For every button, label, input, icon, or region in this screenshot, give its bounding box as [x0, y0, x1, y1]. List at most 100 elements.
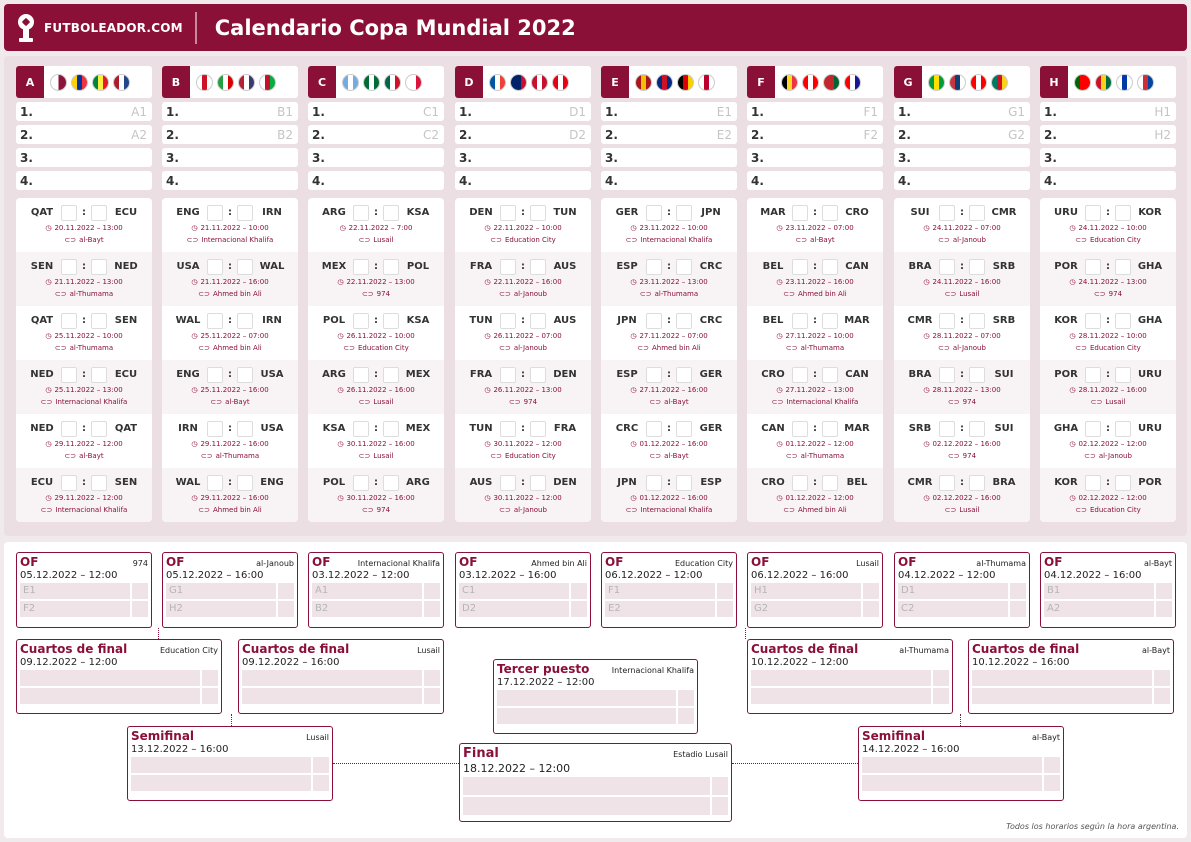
standing-slot[interactable]: 1. E1 [601, 102, 737, 121]
home-score-input[interactable] [500, 366, 516, 383]
away-score-input[interactable] [91, 366, 107, 383]
away-score-input[interactable] [530, 258, 546, 275]
away-score-input[interactable] [530, 420, 546, 437]
home-score-input[interactable] [1085, 420, 1101, 437]
standing-slot[interactable]: 2. E2 [601, 125, 737, 144]
away-score-input[interactable] [237, 474, 253, 491]
home-score-input[interactable] [1085, 312, 1101, 329]
standing-slot[interactable]: 3. [747, 148, 883, 167]
team-name-input[interactable] [20, 670, 200, 686]
score-input[interactable] [424, 688, 440, 704]
team-name-input[interactable] [497, 690, 676, 706]
home-score-input[interactable] [939, 204, 955, 221]
team-name-input[interactable]: D2 [459, 601, 569, 617]
standing-slot[interactable]: 3. [162, 148, 298, 167]
team-name-input[interactable]: B1 [1044, 583, 1154, 599]
standing-slot[interactable]: 3. [455, 148, 591, 167]
standing-slot[interactable]: 1. B1 [162, 102, 298, 121]
home-score-input[interactable] [353, 420, 369, 437]
home-score-input[interactable] [792, 366, 808, 383]
score-input[interactable] [313, 775, 329, 791]
away-score-input[interactable] [530, 366, 546, 383]
away-score-input[interactable] [91, 420, 107, 437]
standing-slot[interactable]: 4. [16, 171, 152, 190]
team-name-input[interactable] [242, 688, 422, 704]
team-name-input[interactable]: D1 [898, 583, 1008, 599]
standing-slot[interactable]: 1. G1 [894, 102, 1030, 121]
standing-slot[interactable]: 3. [601, 148, 737, 167]
home-score-input[interactable] [207, 258, 223, 275]
away-score-input[interactable] [822, 312, 838, 329]
home-score-input[interactable] [646, 366, 662, 383]
team-name-input[interactable]: H2 [166, 601, 276, 617]
team-name-input[interactable] [972, 688, 1152, 704]
standing-slot[interactable]: 2. D2 [455, 125, 591, 144]
away-score-input[interactable] [530, 474, 546, 491]
away-score-input[interactable] [969, 366, 985, 383]
team-name-input[interactable] [972, 670, 1152, 686]
away-score-input[interactable] [237, 366, 253, 383]
score-input[interactable] [933, 688, 949, 704]
score-input[interactable] [424, 601, 440, 617]
home-score-input[interactable] [353, 258, 369, 275]
score-input[interactable] [863, 583, 879, 599]
standing-slot[interactable]: 1. D1 [455, 102, 591, 121]
away-score-input[interactable] [1115, 258, 1131, 275]
standing-slot[interactable]: 2. G2 [894, 125, 1030, 144]
away-score-input[interactable] [237, 312, 253, 329]
score-input[interactable] [132, 601, 148, 617]
home-score-input[interactable] [646, 474, 662, 491]
score-input[interactable] [1044, 757, 1060, 773]
standing-slot[interactable]: 2. A2 [16, 125, 152, 144]
away-score-input[interactable] [1115, 312, 1131, 329]
away-score-input[interactable] [1115, 366, 1131, 383]
team-name-input[interactable]: E1 [20, 583, 130, 599]
away-score-input[interactable] [676, 474, 692, 491]
home-score-input[interactable] [207, 474, 223, 491]
home-score-input[interactable] [500, 258, 516, 275]
away-score-input[interactable] [237, 204, 253, 221]
home-score-input[interactable] [1085, 366, 1101, 383]
home-score-input[interactable] [792, 474, 808, 491]
team-name-input[interactable] [463, 797, 710, 815]
standing-slot[interactable]: 4. [894, 171, 1030, 190]
standing-slot[interactable]: 4. [601, 171, 737, 190]
score-input[interactable] [202, 670, 218, 686]
team-name-input[interactable]: E2 [605, 601, 715, 617]
away-score-input[interactable] [237, 258, 253, 275]
score-input[interactable] [1044, 775, 1060, 791]
home-score-input[interactable] [61, 312, 77, 329]
home-score-input[interactable] [792, 204, 808, 221]
away-score-input[interactable] [91, 474, 107, 491]
home-score-input[interactable] [353, 366, 369, 383]
home-score-input[interactable] [353, 474, 369, 491]
away-score-input[interactable] [383, 204, 399, 221]
standing-slot[interactable]: 1. H1 [1040, 102, 1176, 121]
home-score-input[interactable] [939, 312, 955, 329]
score-input[interactable] [712, 797, 728, 815]
score-input[interactable] [202, 688, 218, 704]
away-score-input[interactable] [383, 474, 399, 491]
away-score-input[interactable] [91, 258, 107, 275]
score-input[interactable] [313, 757, 329, 773]
home-score-input[interactable] [939, 366, 955, 383]
team-name-input[interactable] [131, 757, 311, 773]
away-score-input[interactable] [383, 420, 399, 437]
home-score-input[interactable] [1085, 204, 1101, 221]
home-score-input[interactable] [500, 420, 516, 437]
away-score-input[interactable] [676, 204, 692, 221]
team-name-input[interactable] [242, 670, 422, 686]
away-score-input[interactable] [822, 204, 838, 221]
standing-slot[interactable]: 4. [308, 171, 444, 190]
team-name-input[interactable]: B2 [312, 601, 422, 617]
brand-name[interactable]: FUTBOLEADOR.COM [44, 21, 183, 35]
standing-slot[interactable]: 4. [455, 171, 591, 190]
away-score-input[interactable] [969, 420, 985, 437]
score-input[interactable] [1154, 670, 1170, 686]
home-score-input[interactable] [792, 420, 808, 437]
home-score-input[interactable] [500, 312, 516, 329]
home-score-input[interactable] [646, 312, 662, 329]
home-score-input[interactable] [500, 474, 516, 491]
score-input[interactable] [424, 670, 440, 686]
score-input[interactable] [1010, 601, 1026, 617]
